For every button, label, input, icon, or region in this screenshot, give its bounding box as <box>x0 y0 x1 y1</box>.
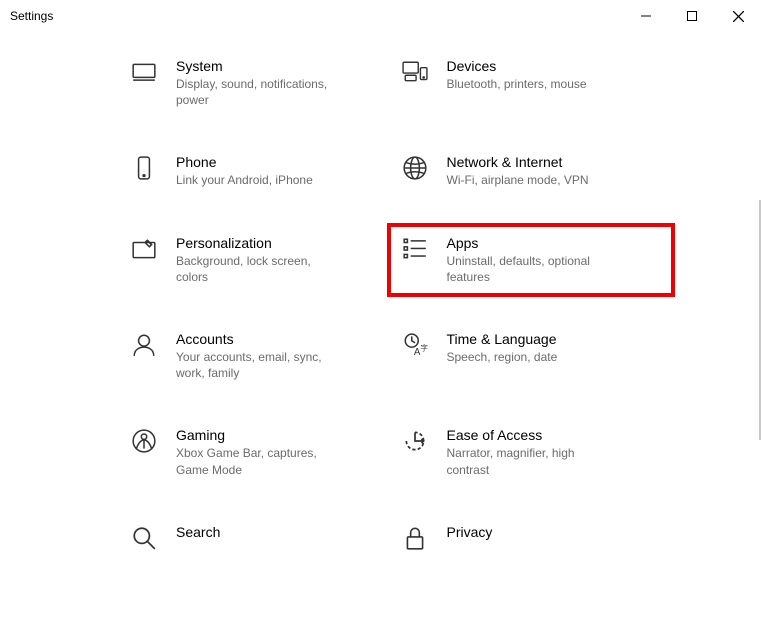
svg-text:字: 字 <box>420 342 428 352</box>
tile-desc: Background, lock screen, colors <box>176 253 346 285</box>
tile-personalization[interactable]: Personalization Background, lock screen,… <box>130 235 391 285</box>
globe-icon <box>401 154 429 182</box>
tile-title: Apps <box>447 235 617 251</box>
tile-system[interactable]: System Display, sound, notifications, po… <box>130 58 391 108</box>
titlebar: Settings <box>0 0 761 32</box>
tile-desc: Xbox Game Bar, captures, Game Mode <box>176 445 346 477</box>
minimize-button[interactable] <box>623 0 669 32</box>
phone-icon <box>130 154 158 182</box>
search-icon <box>130 524 158 552</box>
tile-ease-of-access[interactable]: Ease of Access Narrator, magnifier, high… <box>401 427 662 477</box>
close-button[interactable] <box>715 0 761 32</box>
time-language-icon: A字 <box>401 331 429 359</box>
personalization-icon <box>130 235 158 263</box>
tile-accounts[interactable]: Accounts Your accounts, email, sync, wor… <box>130 331 391 381</box>
tile-title: Privacy <box>447 524 493 540</box>
tile-title: Phone <box>176 154 313 170</box>
system-icon <box>130 58 158 86</box>
tile-title: Search <box>176 524 220 540</box>
tile-apps[interactable]: Apps Uninstall, defaults, optional featu… <box>387 223 676 297</box>
tile-desc: Display, sound, notifications, power <box>176 76 346 108</box>
settings-grid: System Display, sound, notifications, po… <box>0 32 761 552</box>
tile-title: Ease of Access <box>447 427 617 443</box>
ease-of-access-icon <box>401 427 429 455</box>
window-title: Settings <box>10 9 53 23</box>
tile-title: Personalization <box>176 235 346 251</box>
lock-icon <box>401 524 429 552</box>
tile-search[interactable]: Search <box>130 524 391 552</box>
tile-desc: Bluetooth, printers, mouse <box>447 76 587 92</box>
devices-icon <box>401 58 429 86</box>
tile-desc: Wi-Fi, airplane mode, VPN <box>447 172 589 188</box>
tile-phone[interactable]: Phone Link your Android, iPhone <box>130 154 391 188</box>
tile-title: System <box>176 58 346 74</box>
tile-title: Accounts <box>176 331 346 347</box>
tile-desc: Your accounts, email, sync, work, family <box>176 349 346 381</box>
tile-network[interactable]: Network & Internet Wi-Fi, airplane mode,… <box>401 154 662 188</box>
window-controls <box>623 0 761 32</box>
gaming-icon <box>130 427 158 455</box>
tile-gaming[interactable]: Gaming Xbox Game Bar, captures, Game Mod… <box>130 427 391 477</box>
tile-desc: Narrator, magnifier, high contrast <box>447 445 617 477</box>
accounts-icon <box>130 331 158 359</box>
tile-devices[interactable]: Devices Bluetooth, printers, mouse <box>401 58 662 108</box>
tile-time-language[interactable]: A字 Time & Language Speech, region, date <box>401 331 662 381</box>
tile-desc: Uninstall, defaults, optional features <box>447 253 617 285</box>
apps-icon <box>401 235 429 263</box>
tile-title: Time & Language <box>447 331 558 347</box>
tile-desc: Link your Android, iPhone <box>176 172 313 188</box>
tile-title: Network & Internet <box>447 154 589 170</box>
tile-desc: Speech, region, date <box>447 349 558 365</box>
maximize-button[interactable] <box>669 0 715 32</box>
tile-privacy[interactable]: Privacy <box>401 524 662 552</box>
tile-title: Gaming <box>176 427 346 443</box>
tile-title: Devices <box>447 58 587 74</box>
